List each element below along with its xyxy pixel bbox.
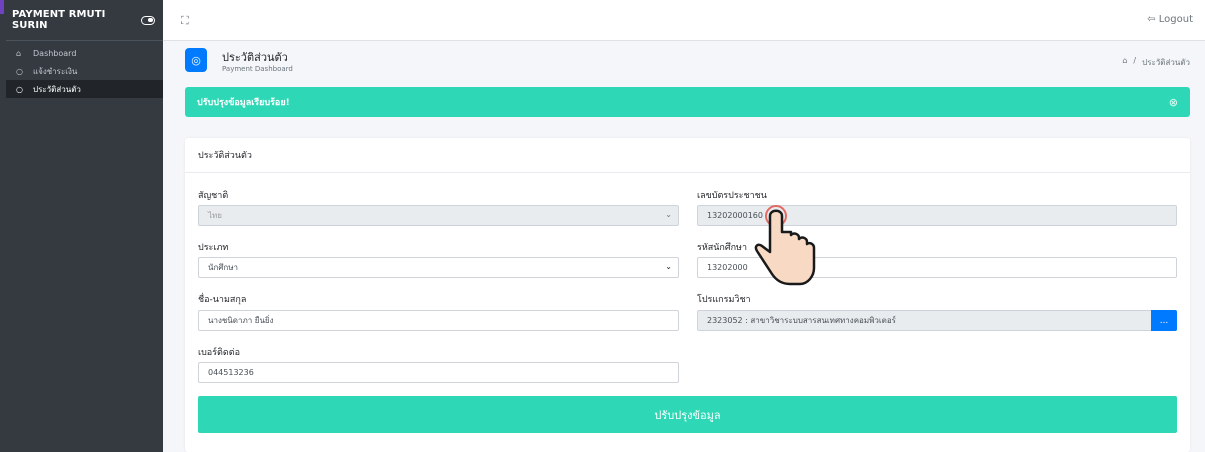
close-icon[interactable]: ⊗ (1169, 96, 1178, 109)
program-field[interactable]: 2323052 : สาขาวิชาระบบสารสนเทศทางคอมพิวเ… (697, 310, 1177, 331)
fullname-field[interactable]: นางชนิดาภา ยืนยิ่ง (198, 310, 679, 331)
fullname-label: ชื่อ-นามสกุล (198, 295, 247, 305)
sidebar-item-label: แจ้งชำระเงิน (33, 66, 78, 76)
page-title: ประวัติส่วนตัว (222, 51, 288, 64)
alert-message: ปรับปรุงข้อมูลเรียบร้อย! (197, 98, 290, 108)
sidebar-item-payment[interactable]: ○ แจ้งชำระเงิน (6, 62, 163, 80)
fullname-value: นางชนิดาภา ยืนยิ่ง (208, 316, 274, 325)
brand-title: PAYMENT RMUTI SURIN (12, 9, 106, 31)
logout-link[interactable]: ⇦ Logout (1147, 14, 1193, 25)
program-label: โปรแกรมวิชา (697, 295, 751, 305)
success-alert: ปรับปรุงข้อมูลเรียบร้อย! ⊗ (185, 87, 1190, 117)
sidebar-accent (0, 0, 4, 14)
type-label: ประเภท (198, 243, 229, 253)
logout-icon: ⇦ (1147, 14, 1156, 25)
chevron-down-icon: ⌄ (665, 210, 672, 219)
program-browse-button[interactable]: ... (1151, 310, 1177, 331)
brand[interactable]: PAYMENT RMUTI SURIN (6, 0, 163, 41)
type-value: นักศึกษา (208, 263, 238, 272)
sidebar-item-label: Dashboard (33, 48, 77, 58)
page-subtitle: Payment Dashboard (222, 65, 293, 73)
student-id-label: รหัสนักศึกษา (697, 243, 748, 253)
nationality-select[interactable]: ไทย ⌄ (198, 205, 679, 226)
phone-label: เบอร์ติดต่อ (198, 348, 240, 358)
sidebar-nav: ⌂ Dashboard ○ แจ้งชำระเงิน ○ ประวัติส่วน… (6, 44, 163, 98)
breadcrumb-current: ประวัติส่วนตัว (1142, 58, 1190, 67)
toggle-icon[interactable] (141, 15, 155, 25)
circle-icon: ○ (16, 84, 23, 94)
logout-label: Logout (1158, 14, 1193, 25)
breadcrumb: ⌂ / ประวัติส่วนตัว (1122, 56, 1190, 69)
type-select[interactable]: นักศึกษา ⌄ (198, 257, 679, 278)
hand-pointer-icon (754, 205, 816, 286)
nationality-value: ไทย (208, 211, 222, 220)
sidebar-item-profile[interactable]: ○ ประวัติส่วนตัว (6, 80, 163, 98)
update-button[interactable]: ปรับปรุงข้อมูล (198, 396, 1177, 433)
topbar: ⛶ ⇦ Logout (163, 0, 1205, 41)
chevron-down-icon: ⌄ (665, 262, 672, 271)
watch-icon: ◎ (185, 48, 207, 72)
card-title: ประวัติส่วนตัว (185, 138, 1190, 173)
phone-value: 044513236 (208, 368, 254, 377)
circle-icon: ○ (16, 66, 23, 76)
sidebar-item-dashboard[interactable]: ⌂ Dashboard (6, 44, 163, 62)
sidebar-item-label: ประวัติส่วนตัว (33, 84, 81, 94)
nationality-label: สัญชาติ (198, 191, 229, 201)
phone-field[interactable]: 044513236 (198, 362, 679, 383)
student-id-value: 13202000 (707, 263, 748, 272)
home-icon: ⌂ (16, 48, 22, 58)
fullscreen-icon[interactable]: ⛶ (181, 14, 189, 28)
program-value: 2323052 : สาขาวิชาระบบสารสนเทศทางคอมพิวเ… (707, 316, 896, 325)
sidebar: PAYMENT RMUTI SURIN ⌂ Dashboard ○ แจ้งชำ… (0, 0, 163, 452)
breadcrumb-separator: / (1133, 56, 1137, 65)
home-icon[interactable]: ⌂ (1122, 56, 1127, 69)
